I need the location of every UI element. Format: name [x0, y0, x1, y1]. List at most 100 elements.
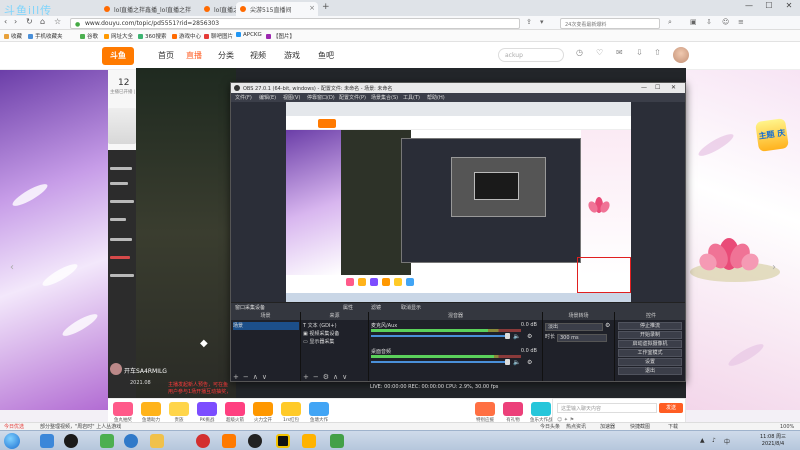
gift-item[interactable]: 有礼物 [502, 402, 524, 423]
streamer-avatar[interactable] [110, 363, 122, 375]
gear-icon[interactable]: ⚙ [527, 359, 532, 366]
source-item[interactable]: T 文本 (GDI+) [303, 322, 367, 330]
message-icon[interactable]: ✉ [616, 48, 623, 57]
exit-button[interactable]: 退出 [618, 367, 682, 375]
source-item[interactable]: ▭ 显示器采集 [303, 338, 367, 346]
new-tab-button[interactable]: + [322, 2, 330, 12]
douyu-logo[interactable]: 斗鱼 [102, 47, 134, 65]
gear-icon[interactable]: ⚙ [527, 333, 532, 340]
record-app-icon[interactable] [276, 434, 290, 448]
bookmark-item[interactable]: 谷歌 [80, 32, 98, 40]
obs-close-button[interactable]: ✕ [671, 84, 676, 91]
chevron-right-icon[interactable]: › [772, 262, 776, 273]
user-icon[interactable]: ☺ [722, 18, 729, 26]
menu-scene-collection[interactable]: 场景集合(S) [371, 94, 398, 101]
bookmark-item[interactable]: 聊吧图片 [204, 32, 233, 40]
source-controls[interactable]: +−⚙∧∨ [303, 373, 351, 381]
transition-type-select[interactable]: 淡出 [545, 323, 603, 331]
chat-input[interactable]: 这里输入聊天内容 [557, 403, 657, 413]
menu-tools[interactable]: 工具(T) [403, 94, 420, 101]
volume-slider-knob[interactable] [505, 359, 510, 365]
download-app-icon[interactable]: ⇩ [636, 48, 643, 57]
bookmark-item[interactable]: 网址大全 [104, 32, 133, 40]
gift-item[interactable]: 1rs红包 [280, 402, 302, 423]
start-button[interactable] [4, 433, 20, 449]
gift-item[interactable]: 超级火箭 [224, 402, 246, 423]
menu-profile[interactable]: 配置文件(P) [339, 94, 366, 101]
system-clock[interactable]: 11:08 周三 2021/8/4 [760, 434, 786, 448]
browser-app-icon[interactable] [40, 434, 54, 448]
menu-file[interactable]: 文件(F) [235, 94, 252, 101]
menu-icon[interactable]: ≡ [738, 18, 744, 26]
speaker-icon[interactable]: 🔈 [513, 359, 520, 366]
scene-item[interactable]: 场景 [233, 322, 299, 330]
bookmark-item[interactable]: 手机收藏夹 [28, 32, 63, 40]
nav-live[interactable]: 直播 [186, 50, 202, 61]
volume-slider[interactable] [371, 359, 510, 365]
virtual-camera-button[interactable]: 启动虚拟摄像机 [618, 340, 682, 348]
extension-icon[interactable]: ▣ [690, 18, 697, 26]
stop-streaming-button[interactable]: 停止推流 [618, 322, 682, 330]
browser-tab[interactable]: lol直播之拌鑫播_lol直播之拌 [100, 2, 200, 16]
browser-tab-active[interactable]: 尖游515直播间 × [236, 2, 318, 16]
studio-mode-button[interactable]: 工作室模式 [618, 349, 682, 357]
follow-icon[interactable]: ♡ [596, 48, 603, 57]
refresh-icon[interactable]: ↻ [26, 17, 33, 26]
bookmark-item[interactable]: APCKG [236, 32, 262, 38]
gift-item[interactable]: 特别应援 [474, 402, 496, 423]
scene-controls[interactable]: +−∧∨ [233, 373, 271, 381]
event-badge[interactable]: 主题 庆 [755, 118, 789, 152]
obs-app-icon[interactable] [248, 434, 262, 448]
nav-video[interactable]: 视频 [250, 50, 266, 61]
star-icon[interactable]: ☆ [54, 17, 61, 26]
search-icon[interactable]: ⌕ [668, 18, 672, 27]
gift-item[interactable]: 贵族 [168, 402, 190, 423]
upload-icon[interactable]: ⇧ [654, 48, 661, 57]
menu-docks[interactable]: 停靠窗口(D) [307, 94, 335, 101]
source-item[interactable]: ▣ 视频采集设备 [303, 330, 367, 338]
chat-app-icon[interactable] [302, 434, 316, 448]
bookmark-item[interactable]: 【图片】 [266, 32, 295, 40]
obs-minimize-button[interactable]: — [641, 84, 647, 91]
streamer-thumbnail[interactable] [108, 108, 136, 144]
gift-item[interactable]: 鱼乐大作战 [530, 402, 553, 423]
wechat-app-icon[interactable] [330, 434, 344, 448]
play-icon[interactable]: ◆ [200, 338, 208, 349]
settings-button[interactable]: 设置 [618, 358, 682, 366]
start-recording-button[interactable]: 开始录制 [618, 331, 682, 339]
screen-app-icon[interactable] [222, 434, 236, 448]
bookmark-item[interactable]: 收藏 [4, 32, 22, 40]
menu-help[interactable]: 帮助(H) [427, 94, 445, 101]
files-app-icon[interactable] [150, 434, 164, 448]
netease-app-icon[interactable] [196, 434, 210, 448]
menu-view[interactable]: 视图(V) [283, 94, 300, 101]
bookmark-item[interactable]: 游戏中心 [172, 32, 201, 40]
media-app-icon[interactable] [100, 434, 114, 448]
gift-item[interactable]: 鱼塘助力 [140, 402, 162, 423]
dropdown-icon[interactable]: ▾ [540, 18, 544, 26]
network-icon[interactable]: ▲ [700, 437, 705, 444]
ie-app-icon[interactable] [124, 434, 138, 448]
forward-icon[interactable]: › [14, 17, 17, 26]
maximize-button[interactable]: ☐ [760, 1, 778, 10]
properties-button[interactable]: 属性 [343, 304, 353, 311]
menu-edit[interactable]: 编辑(E) [259, 94, 276, 101]
speaker-icon[interactable]: 🔈 [513, 333, 520, 340]
close-tab-icon[interactable]: × [309, 4, 315, 12]
nav-home[interactable]: 首页 [158, 50, 174, 61]
bookmark-item[interactable]: 360搜索 [138, 32, 167, 40]
site-search-input[interactable]: ackup [498, 48, 564, 62]
qq-app-icon[interactable] [64, 434, 78, 448]
duration-input[interactable]: 300 ms [557, 334, 607, 342]
nav-game[interactable]: 游戏 [284, 50, 300, 61]
gift-item[interactable]: PK挑战 [196, 402, 218, 423]
history-icon[interactable]: ◷ [576, 48, 583, 57]
volume-slider-knob[interactable] [505, 333, 510, 339]
ime-icon[interactable]: 中 [724, 437, 730, 446]
obs-preview-canvas[interactable] [286, 102, 631, 302]
chevron-left-icon[interactable]: ‹ [10, 262, 14, 273]
back-icon[interactable]: ‹ [4, 17, 7, 26]
avatar[interactable] [672, 46, 690, 64]
nav-fishbar[interactable]: 鱼吧 [318, 50, 334, 61]
home-icon[interactable]: ⌂ [40, 17, 45, 26]
